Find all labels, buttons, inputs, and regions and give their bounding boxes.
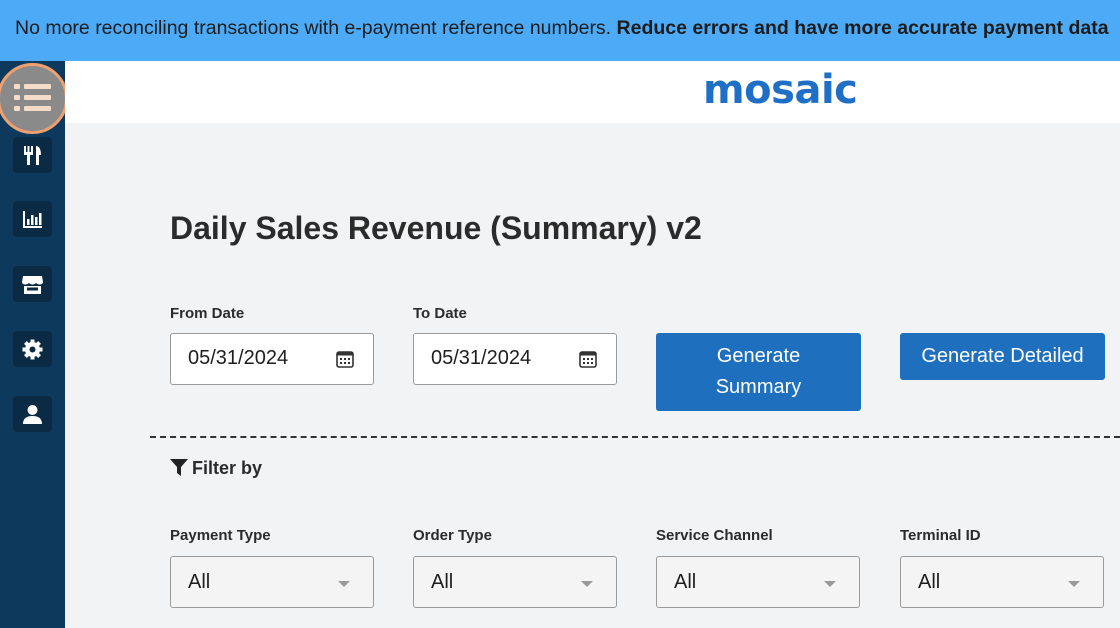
gear-icon: [22, 339, 43, 360]
service-channel-value: All: [674, 571, 697, 593]
sidebar: [0, 61, 68, 628]
order-type-select[interactable]: All: [413, 556, 617, 608]
to-date-label: To Date: [413, 305, 467, 322]
mosaic-logo[interactable]: mosaic: [703, 67, 858, 113]
order-type-label: Order Type: [413, 527, 492, 544]
header: mosaic: [65, 61, 1120, 123]
payment-type-label: Payment Type: [170, 527, 271, 544]
sidebar-item-menu[interactable]: [13, 137, 52, 173]
chevron-down-icon: [824, 581, 836, 587]
service-channel-select[interactable]: All: [656, 556, 860, 608]
list-icon: [14, 84, 51, 111]
from-date-field[interactable]: 05/31/2024: [170, 333, 374, 385]
terminal-id-label: Terminal ID: [900, 527, 981, 544]
filter-icon: [170, 459, 188, 476]
chevron-down-icon: [581, 581, 593, 587]
promo-banner: No more reconciling transactions with e-…: [0, 0, 1120, 61]
from-date-label: From Date: [170, 305, 245, 322]
page-title: Daily Sales Revenue (Summary) v2: [170, 210, 702, 246]
generate-summary-button[interactable]: Generate Summary: [656, 333, 861, 411]
to-date-value: 05/31/2024: [431, 347, 532, 369]
to-date-field[interactable]: 05/31/2024: [413, 333, 617, 385]
terminal-id-select[interactable]: All: [900, 556, 1104, 608]
chevron-down-icon: [338, 581, 350, 587]
payment-type-value: All: [188, 571, 211, 593]
order-type-value: All: [431, 571, 454, 593]
generate-detailed-button[interactable]: Generate Detailed: [900, 333, 1105, 380]
sidebar-item-profile[interactable]: [13, 396, 52, 432]
service-channel-label: Service Channel: [656, 527, 773, 544]
sidebar-item-reports[interactable]: [13, 201, 52, 237]
chevron-down-icon: [1068, 581, 1080, 587]
filter-title: Filter by: [192, 458, 263, 478]
filter-heading: Filter by: [170, 458, 262, 479]
banner-text: No more reconciling transactions with e-…: [15, 17, 617, 39]
calendar-icon[interactable]: [336, 350, 354, 368]
sidebar-item-store[interactable]: [13, 266, 52, 302]
bar-chart-icon: [23, 211, 42, 228]
divider: [150, 436, 1120, 438]
calendar-icon[interactable]: [579, 350, 597, 368]
menu-toggle-button[interactable]: [0, 63, 68, 134]
sidebar-item-settings[interactable]: [13, 331, 52, 367]
user-icon: [23, 405, 42, 424]
store-icon: [22, 276, 43, 294]
terminal-id-value: All: [918, 571, 941, 593]
payment-type-select[interactable]: All: [170, 556, 374, 608]
from-date-value: 05/31/2024: [188, 347, 289, 369]
banner-bold-text: Reduce errors and have more accurate pay…: [616, 17, 1109, 39]
utensils-icon: [24, 146, 41, 165]
